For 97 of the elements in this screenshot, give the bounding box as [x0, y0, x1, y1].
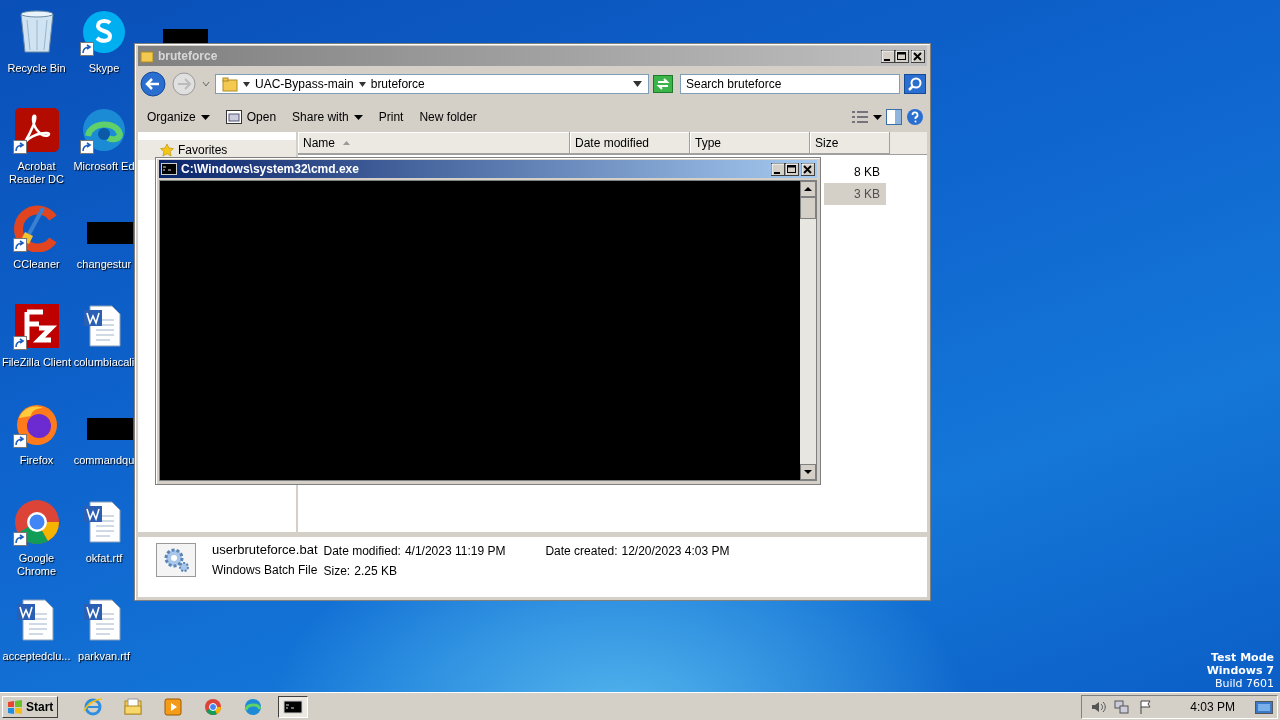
media-player-icon [163, 696, 184, 717]
window-icon [225, 110, 242, 124]
toolbar-button[interactable]: Open [219, 107, 283, 127]
shortcut-arrow-icon [80, 140, 94, 154]
window-title: bruteforce [158, 49, 219, 63]
refresh-button[interactable] [653, 75, 673, 93]
file-size-cell[interactable]: 8 KB [824, 165, 886, 179]
shortcut-arrow-icon [12, 434, 27, 448]
file-size-cell[interactable]: 3 KB [824, 183, 886, 205]
close-button[interactable] [801, 162, 815, 176]
desktop-icon-label[interactable]: Acrobat Reader DC [1, 160, 72, 186]
desktop-icon-label[interactable]: CCleaner [13, 258, 60, 271]
breadcrumb-item[interactable]: UAC-Bypass-main [255, 77, 354, 91]
nav-item[interactable]: Favorites [138, 140, 296, 160]
maximize-button[interactable] [895, 49, 909, 63]
caret-icon[interactable] [358, 80, 366, 88]
maximize-button[interactable] [785, 162, 799, 176]
folder-icon [222, 76, 238, 92]
command-prompt-icon [161, 163, 177, 175]
desktop-icon-label[interactable]: changestur [76, 258, 132, 271]
field-label: Date modified: [323, 544, 401, 558]
os-notice-text: Windows 7 [1206, 664, 1274, 677]
search-field[interactable]: Search bruteforce [680, 74, 900, 94]
filezilla-icon[interactable] [12, 302, 61, 350]
back-button[interactable] [139, 70, 167, 98]
desktop-icon-label[interactable]: Firefox [19, 454, 54, 467]
settings-file-icon [156, 543, 196, 577]
folder-icon [123, 696, 144, 717]
caret-icon [353, 114, 363, 120]
field-value: 12/20/2023 4:03 PM [621, 544, 730, 558]
scroll-thumb-icon[interactable] [800, 197, 816, 219]
column-header[interactable]: Name [298, 132, 570, 154]
toolbar-button[interactable]: Print [372, 107, 410, 127]
field-label: Size: [323, 564, 351, 578]
shortcut-arrow-icon [12, 140, 27, 154]
desktop-icon-label[interactable]: Skype [88, 62, 120, 75]
start-button[interactable]: Start [2, 695, 59, 718]
close-button[interactable] [911, 49, 925, 63]
skype-icon[interactable] [80, 8, 128, 56]
column-header[interactable]: Size [810, 132, 890, 154]
shortcut-arrow-icon [12, 336, 27, 350]
field-label: Date created: [545, 544, 618, 558]
help-icon[interactable] [906, 108, 924, 126]
desktop-icon-label[interactable]: FileZilla Client [1, 356, 72, 369]
desktop-icon-label[interactable]: acceptedclu... [2, 650, 71, 663]
scroll-down-icon[interactable] [800, 464, 816, 480]
star-icon [160, 143, 174, 157]
field-value: 4/1/2023 11:19 PM [404, 544, 506, 558]
preview-pane-icon[interactable] [886, 109, 902, 125]
file-name: userbruteforce.bat [212, 543, 318, 557]
show-desktop-icon[interactable] [1255, 698, 1273, 715]
window-title: C:\Windows\system32\cmd.exe [181, 162, 360, 176]
os-notice-text: Build 7601 [1214, 677, 1274, 690]
caret-icon [200, 114, 210, 120]
scrollbar[interactable] [800, 181, 816, 480]
os-notice-text: Test Mode [1211, 651, 1274, 664]
edge-icon[interactable] [80, 106, 128, 154]
clock[interactable]: 4:03 PM [1190, 699, 1235, 714]
address-bar[interactable]: UAC-Bypass-main bruteforce [215, 74, 649, 94]
redaction-bar [163, 29, 208, 43]
network-icon[interactable] [1114, 698, 1131, 715]
shortcut-arrow-icon [80, 42, 94, 56]
folder-icon [140, 49, 154, 63]
desktop-icon-label[interactable]: Google Chrome [1, 552, 72, 578]
internet-explorer-icon [83, 696, 104, 717]
acrobat-icon[interactable] [12, 106, 61, 154]
search-button[interactable] [904, 74, 926, 94]
desktop-icon-label[interactable]: okfat.rtf [85, 552, 123, 565]
dropdown-caret-icon[interactable] [633, 81, 642, 87]
minimize-button[interactable] [771, 162, 785, 176]
desktop-icon-label[interactable]: Recycle Bin [7, 62, 66, 75]
scroll-up-icon[interactable] [800, 181, 816, 197]
chrome-icon [203, 696, 224, 717]
desktop-icon-label[interactable]: columbiacali [73, 356, 135, 369]
caret-icon[interactable] [243, 80, 250, 88]
minimize-button[interactable] [881, 49, 895, 63]
toolbar-button[interactable]: Organize [141, 107, 216, 127]
toolbar-button[interactable]: New folder [413, 107, 483, 127]
chrome-icon[interactable] [12, 498, 61, 546]
shortcut-arrow-icon [12, 238, 27, 252]
toolbar-button[interactable]: Share with [286, 107, 369, 127]
field-value: 2.25 KB [354, 564, 397, 578]
shortcut-arrow-icon [12, 532, 27, 546]
desktop-icon-label[interactable]: commandqu [73, 454, 135, 467]
dropdown-caret-icon[interactable] [873, 114, 882, 120]
column-header[interactable]: Date modified [570, 132, 690, 154]
redaction-bar [87, 222, 133, 244]
taskbar-app-button[interactable] [278, 695, 309, 718]
redaction-bar [87, 418, 133, 440]
sort-arrow-icon [343, 140, 350, 145]
edge-icon [243, 696, 264, 717]
column-header[interactable]: Type [690, 132, 810, 154]
file-type: Windows Batch File [212, 563, 318, 577]
windows-logo-icon [7, 698, 23, 715]
breadcrumb-item[interactable]: bruteforce [370, 77, 425, 91]
desktop-icon-label[interactable]: Microsoft Ed [73, 160, 135, 173]
desktop-icon-label[interactable]: parkvan.rtf [78, 650, 130, 663]
